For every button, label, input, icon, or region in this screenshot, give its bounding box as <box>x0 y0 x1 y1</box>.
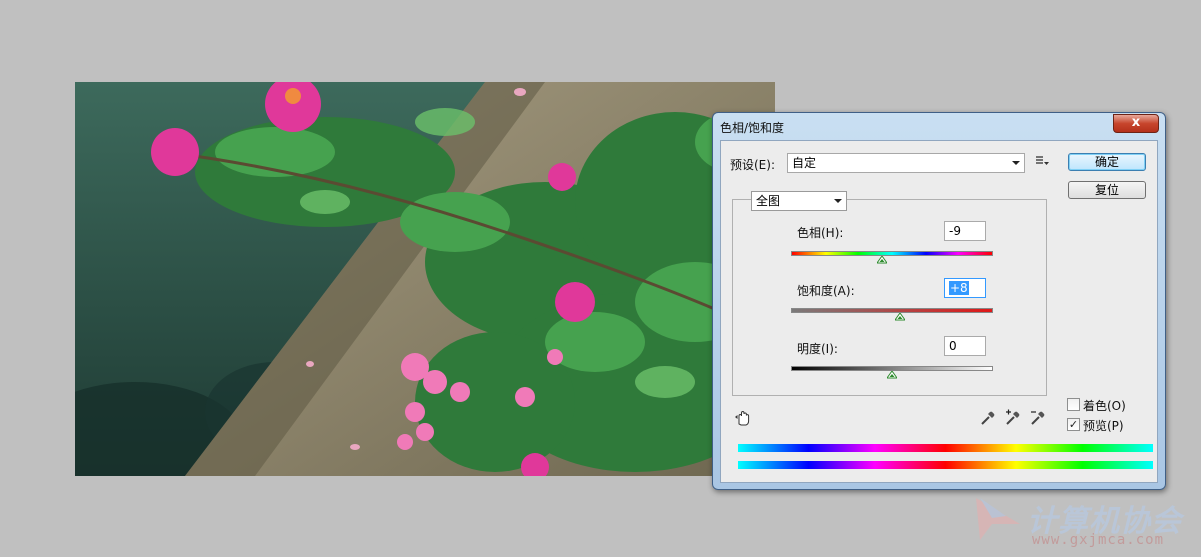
input-spectrum-bar <box>738 444 1153 452</box>
chevron-down-icon <box>1012 161 1020 165</box>
check-icon: ✓ <box>1068 418 1079 431</box>
close-icon: x <box>1131 115 1141 130</box>
colorize-label: 着色(O) <box>1083 399 1126 413</box>
preset-label: 预设(E): <box>730 158 775 172</box>
watermark: 计算机协会 www.gxjmca.com <box>972 494 1197 554</box>
lightness-label: 明度(I): <box>797 342 838 356</box>
reset-button-label: 复位 <box>1094 183 1119 197</box>
lightness-value: 0 <box>949 339 957 353</box>
reset-button[interactable]: 复位 <box>1068 181 1146 199</box>
preset-value: 自定 <box>792 156 817 170</box>
saturation-slider-track[interactable] <box>791 308 993 313</box>
eyedropper-add-icon[interactable] <box>1004 409 1024 429</box>
dialog-title: 色相/饱和度 <box>720 121 785 135</box>
close-button[interactable]: x <box>1113 114 1159 133</box>
hue-slider-track[interactable] <box>791 251 993 256</box>
rose-photo <box>75 82 775 476</box>
hue-label: 色相(H): <box>797 226 844 240</box>
range-value: 全图 <box>756 194 781 208</box>
preset-options-icon[interactable] <box>1034 153 1054 173</box>
saturation-value: +8 <box>949 281 969 295</box>
hand-adjust-icon[interactable] <box>734 409 754 429</box>
image-canvas[interactable] <box>75 82 775 476</box>
dialog-body: 预设(E): 自定 确定 复位 全图 色相(H): -9 饱和度(A): +8 … <box>720 140 1158 483</box>
colorize-checkbox[interactable] <box>1067 398 1080 411</box>
preview-checkbox[interactable]: ✓ <box>1067 418 1080 431</box>
saturation-input[interactable]: +8 <box>944 278 986 298</box>
eyedropper-subtract-icon[interactable] <box>1029 409 1049 429</box>
range-select[interactable]: 全图 <box>751 191 847 211</box>
saturation-label: 饱和度(A): <box>797 284 855 298</box>
hue-saturation-dialog: 色相/饱和度 x 预设(E): 自定 确定 复位 全图 色相(H): -9 饱和… <box>712 112 1166 490</box>
lightness-input[interactable]: 0 <box>944 336 986 356</box>
dialog-titlebar[interactable]: 色相/饱和度 x <box>713 113 1165 140</box>
hue-value: -9 <box>949 224 961 238</box>
preview-label: 预览(P) <box>1083 419 1124 433</box>
preset-select[interactable]: 自定 <box>787 153 1025 173</box>
chevron-down-icon <box>834 199 842 203</box>
ok-button-label: 确定 <box>1094 155 1119 169</box>
eyedropper-icon[interactable] <box>979 409 999 429</box>
ok-button[interactable]: 确定 <box>1068 153 1146 171</box>
hue-input[interactable]: -9 <box>944 221 986 241</box>
watermark-url: www.gxjmca.com <box>1032 532 1165 548</box>
output-spectrum-bar <box>738 461 1153 469</box>
watermark-logo <box>976 498 1020 540</box>
